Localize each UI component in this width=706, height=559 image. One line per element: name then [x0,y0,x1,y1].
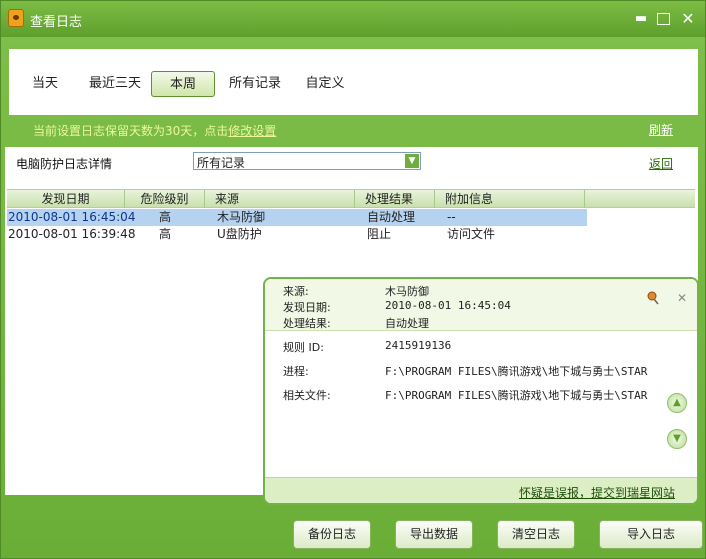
import-log-button[interactable]: 导入日志 [599,520,703,549]
process-value: F:\PROGRAM FILES\腾讯游戏\地下城与勇士\STAR [385,365,648,378]
row-info: 访问文件 [447,227,496,241]
column-header-date[interactable]: 发现日期 [7,190,125,208]
record-filter-select[interactable]: 所有记录 ▼ [193,152,421,170]
row-level: 高 [159,227,172,241]
window-title: 查看日志 [30,15,83,30]
scroll-down-icon[interactable]: ▼ [667,429,687,449]
log-viewer-window: 查看日志 ▬ ✕ 当天 最近三天 本周 所有记录 自定义 当前设置日志保留天数为… [0,0,706,559]
row-date: 2010-08-01 16:39:48 [8,227,136,241]
tab-custom[interactable]: 自定义 [299,71,351,97]
log-detail-popup: 来源: 木马防御 发现日期: 2010-08-01 16:45:04 处理结果:… [263,277,699,505]
scroll-up-icon[interactable]: ▲ [667,393,687,413]
retention-notice-text: 当前设置日志保留天数为30天，点击 [33,124,229,138]
popup-source-label: 来源: [283,285,309,298]
export-data-button[interactable]: 导出数据 [395,520,473,549]
rule-id-value: 2415919136 [385,339,452,352]
maximize-icon[interactable] [657,13,670,25]
column-header-info[interactable]: 附加信息 [435,190,585,208]
tab-last-three-days[interactable]: 最近三天 [83,71,147,97]
rule-id-label: 规则 ID: [283,341,324,354]
row-result: 阻止 [367,227,392,241]
close-icon[interactable]: ✕ [680,11,696,27]
popup-result-label: 处理结果: [283,317,331,330]
related-file-value: F:\PROGRAM FILES\腾讯游戏\地下城与勇士\STAR [385,389,648,402]
column-header-source[interactable]: 来源 [205,190,355,208]
tiger-icon [8,9,24,27]
time-range-tabs: 当天 最近三天 本周 所有记录 自定义 [9,49,698,115]
popup-date-value: 2010-08-01 16:45:04 [385,299,511,312]
minimize-icon[interactable]: ▬ [633,11,649,27]
table-row[interactable]: 2010-08-01 16:45:04 高 木马防御 自动处理 -- [7,209,587,226]
modify-settings-link[interactable]: 修改设置 [228,124,276,138]
refresh-link[interactable]: 刷新 [649,121,673,138]
table-row[interactable]: 2010-08-01 16:39:48 高 U盘防护 阻止 访问文件 [7,226,587,243]
popup-footer: 怀疑是误报，提交到瑞星网站 [265,477,697,503]
row-source: 木马防御 [217,210,266,224]
tab-all-records[interactable]: 所有记录 [223,71,287,97]
column-header-level[interactable]: 危险级别 [125,190,205,208]
popup-result-value: 自动处理 [385,317,429,330]
row-date: 2010-08-01 16:45:04 [8,210,136,224]
filter-value: 所有记录 [197,156,246,170]
row-info: -- [447,210,456,224]
clear-log-button[interactable]: 清空日志 [497,520,575,549]
popup-date-label: 发现日期: [283,301,331,314]
process-label: 进程: [283,365,309,378]
related-file-label: 相关文件: [283,389,331,402]
column-header-result[interactable]: 处理结果 [355,190,435,208]
popup-close-icon[interactable]: ✕ [677,291,687,305]
title-bar: 查看日志 ▬ ✕ [1,1,705,37]
tab-today[interactable]: 当天 [23,71,67,97]
backup-log-button[interactable]: 备份日志 [293,520,371,549]
detail-title: 电脑防护日志详情 [16,157,113,171]
row-result: 自动处理 [367,210,416,224]
popup-source-value: 木马防御 [385,285,429,298]
tab-this-week[interactable]: 本周 [151,71,215,97]
report-false-positive-link[interactable]: 怀疑是误报，提交到瑞星网站 [519,484,675,501]
chevron-down-icon[interactable]: ▼ [405,154,419,168]
popup-header: 来源: 木马防御 发现日期: 2010-08-01 16:45:04 处理结果:… [265,279,697,331]
pin-icon[interactable] [647,291,659,305]
table-header: 发现日期 危险级别 来源 处理结果 附加信息 [7,189,695,208]
row-source: U盘防护 [217,227,262,241]
row-level: 高 [159,210,172,224]
retention-notice: 当前设置日志保留天数为30天，点击修改设置 [33,122,276,139]
back-link[interactable]: 返回 [649,155,673,172]
